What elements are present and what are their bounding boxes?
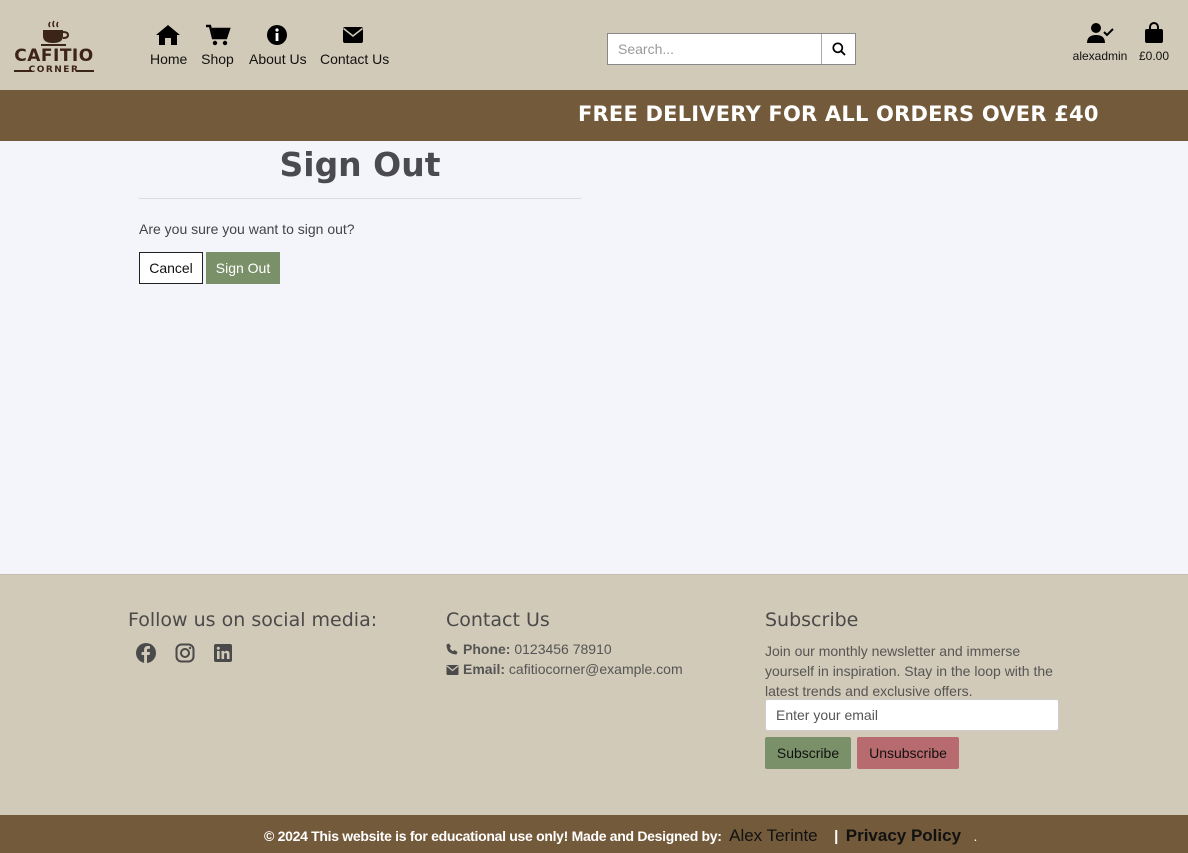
newsletter-email-input[interactable] [765, 699, 1059, 731]
phone-icon [446, 643, 458, 655]
copyright-line: © 2024 This website is for educational u… [264, 826, 977, 846]
site-header: CAFITIO CORNER Home Shop About Us Contac… [0, 0, 1188, 90]
email-label: Email: [463, 661, 506, 677]
envelope-icon [343, 27, 363, 43]
instagram-icon [175, 643, 195, 663]
search-button[interactable] [823, 34, 855, 64]
facebook-link[interactable] [136, 643, 156, 668]
bag-total: £0.00 [1138, 49, 1170, 63]
copyright-text: © 2024 This website is for educational u… [264, 828, 722, 844]
sign-out-button[interactable]: Sign Out [206, 252, 280, 284]
nav-contact-label: Contact Us [320, 51, 390, 67]
account-username: alexadmin [1072, 49, 1128, 63]
page-title: Sign Out [279, 145, 441, 184]
logo-brand-text: CAFITIO [14, 46, 94, 66]
cart-icon [205, 24, 231, 46]
linkedin-icon [214, 644, 232, 662]
envelope-icon [446, 665, 459, 675]
search-icon [832, 42, 846, 56]
nav-about-us[interactable]: About Us [249, 24, 307, 67]
signout-question: Are you sure you want to sign out? [139, 221, 355, 237]
phone-label: Phone: [463, 641, 511, 657]
copyright-bar: © 2024 This website is for educational u… [0, 815, 1188, 853]
linkedin-link[interactable] [213, 643, 233, 668]
social-title: Follow us on social media: [128, 609, 378, 631]
author-link[interactable]: Alex Terinte [729, 826, 818, 845]
site-logo[interactable]: CAFITIO CORNER [10, 16, 98, 78]
nav-about-label: About Us [249, 51, 307, 67]
privacy-policy-link[interactable]: Privacy Policy [846, 826, 961, 845]
subscribe-description: Join our monthly newsletter and immerse … [765, 643, 1053, 699]
delivery-banner: FREE DELIVERY FOR ALL ORDERS OVER £40 [0, 90, 1188, 141]
coffee-cup-icon [41, 20, 70, 46]
account-menu[interactable]: alexadmin [1068, 22, 1132, 63]
unsubscribe-button[interactable]: Unsubscribe [857, 737, 959, 769]
logo-sub-text: CORNER [28, 65, 80, 75]
nav-home-label: Home [150, 51, 188, 67]
contact-email: Email: cafitiocorner@example.com [446, 661, 683, 677]
cancel-button[interactable]: Cancel [139, 252, 203, 284]
footer-end-dot: . [973, 828, 978, 844]
home-icon [156, 25, 180, 45]
user-check-icon [1087, 23, 1114, 43]
nav-shop-label: Shop [201, 51, 234, 67]
email-value: cafitiocorner@example.com [508, 661, 683, 677]
shopping-bag-icon [1145, 22, 1163, 43]
search-bar [607, 33, 856, 65]
nav-contact-us[interactable]: Contact Us [320, 24, 390, 67]
nav-home[interactable]: Home [150, 24, 188, 67]
subscribe-button[interactable]: Subscribe [765, 737, 851, 769]
contact-title: Contact Us [446, 609, 550, 631]
subscribe-title: Subscribe [765, 609, 859, 631]
shopping-bag[interactable]: £0.00 [1134, 22, 1174, 63]
title-divider [139, 198, 581, 199]
search-input[interactable] [608, 34, 822, 64]
phone-value: 0123456 78910 [514, 641, 612, 657]
site-footer: Follow us on social media: Contact Us Ph… [0, 574, 1188, 815]
instagram-link[interactable] [175, 643, 195, 668]
footer-separator: | [834, 828, 839, 845]
contact-phone: Phone: 0123456 78910 [446, 641, 612, 657]
facebook-icon [136, 643, 156, 663]
delivery-banner-text: FREE DELIVERY FOR ALL ORDERS OVER £40 [578, 102, 1099, 126]
info-icon [266, 25, 287, 45]
nav-shop[interactable]: Shop [201, 24, 234, 67]
